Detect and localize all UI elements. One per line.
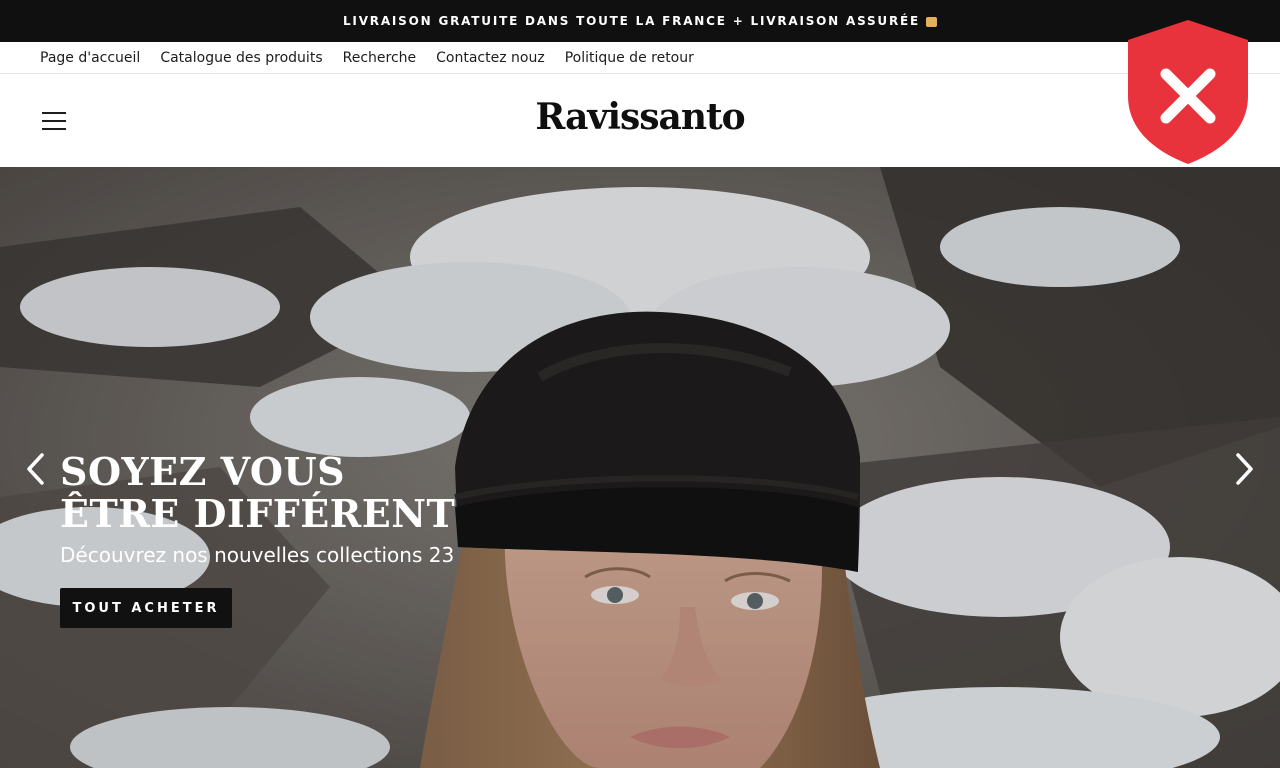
top-nav: Page d'accueil Catalogue des produits Re… <box>0 42 1280 74</box>
chevron-right-icon[interactable] <box>1232 451 1258 487</box>
hamburger-menu-icon[interactable] <box>40 110 68 132</box>
shield-close-icon[interactable] <box>1124 18 1252 166</box>
nav-link-home[interactable]: Page d'accueil <box>40 50 140 66</box>
site-header: Ravissanto <box>0 74 1280 167</box>
nav-link-returns[interactable]: Politique de retour <box>565 50 694 66</box>
announcement-bar: LIVRAISON GRATUITE DANS TOUTE LA FRANCE … <box>0 0 1280 42</box>
hero-banner: SOYEZ VOUS ÊTRE DIFFÉRENT Découvrez nos … <box>0 167 1280 768</box>
site-logo[interactable]: Ravissanto <box>490 96 790 138</box>
hero-title-line-1: SOYEZ VOUS <box>60 449 346 494</box>
hero-subtitle: Découvrez nos nouvelles collections 23 <box>60 543 455 567</box>
package-icon <box>926 17 938 27</box>
nav-link-contact[interactable]: Contactez nouz <box>436 50 545 66</box>
shop-all-button[interactable]: TOUT ACHETER <box>60 588 232 628</box>
announcement-text: LIVRAISON GRATUITE DANS TOUTE LA FRANCE … <box>342 14 921 28</box>
chevron-left-icon[interactable] <box>22 451 48 487</box>
nav-link-catalog[interactable]: Catalogue des produits <box>160 50 322 66</box>
hero-title-line-2: ÊTRE DIFFÉRENT <box>60 491 456 536</box>
hero-title: SOYEZ VOUS ÊTRE DIFFÉRENT <box>60 451 580 535</box>
nav-link-search[interactable]: Recherche <box>343 50 417 66</box>
